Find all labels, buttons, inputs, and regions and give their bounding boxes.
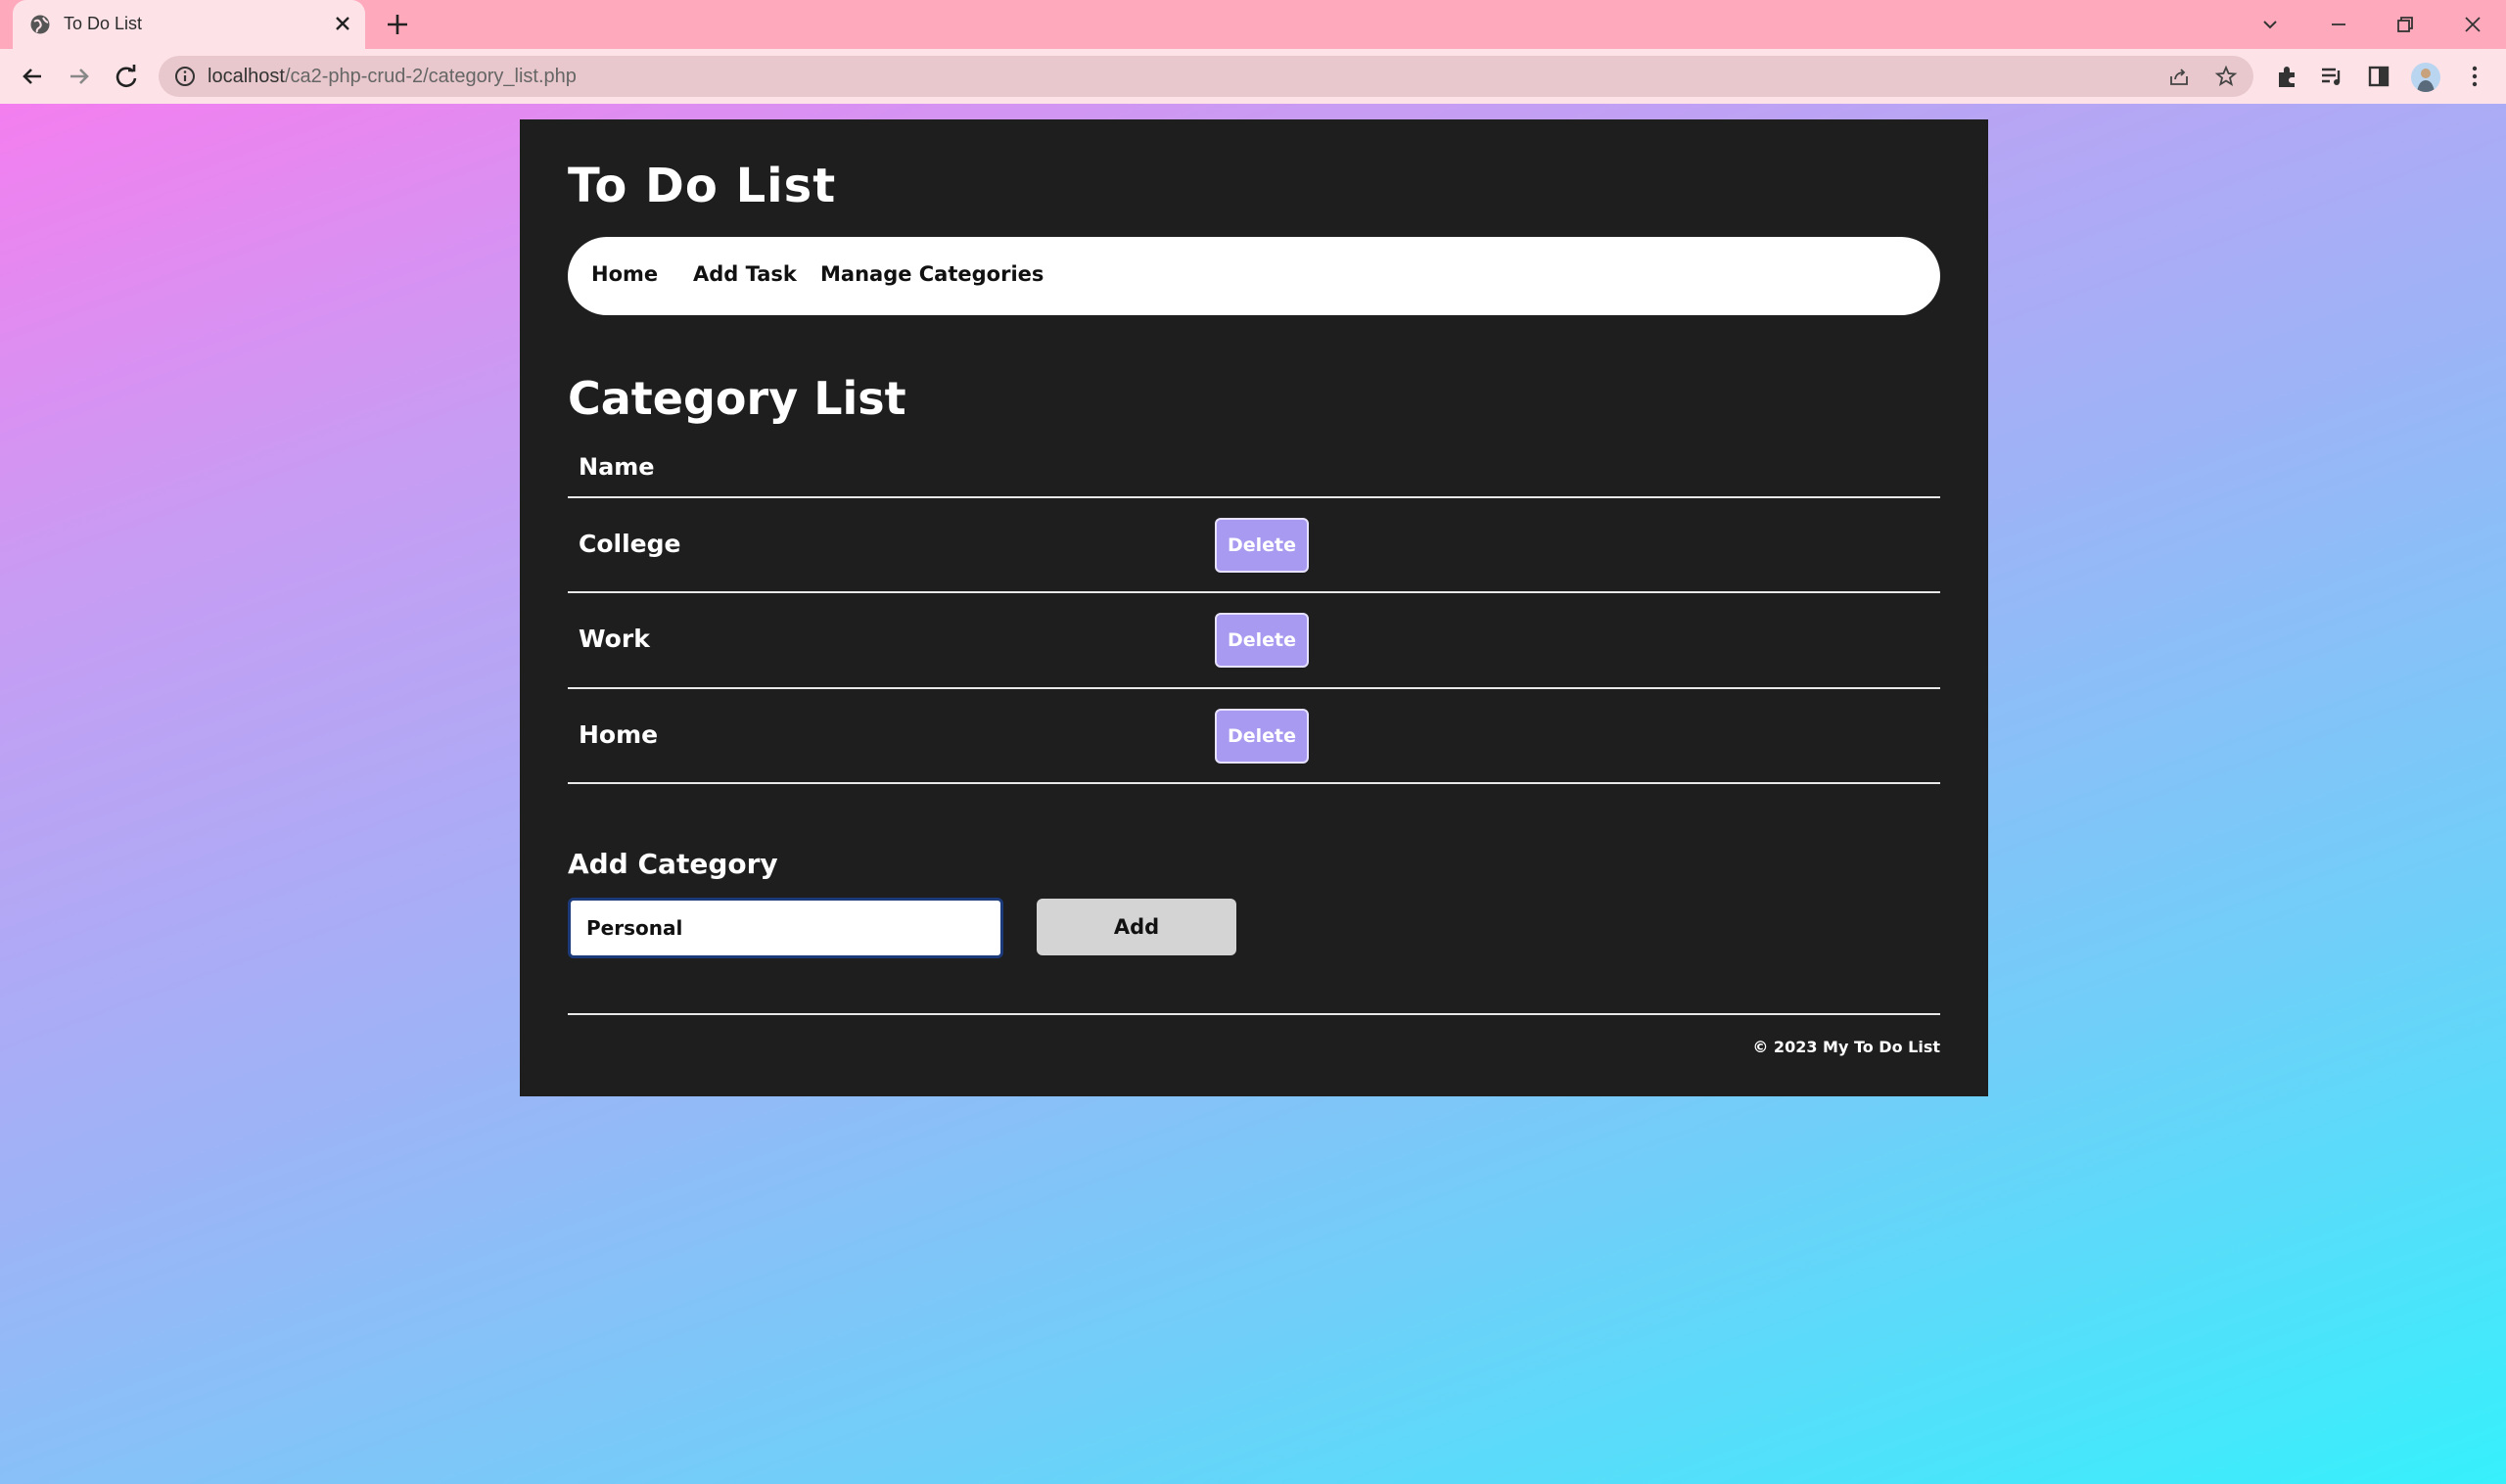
nav-home-link[interactable]: Home bbox=[591, 262, 658, 286]
table-divider bbox=[568, 496, 1940, 498]
url-text[interactable]: localhost/ca2-php-crud-2/category_list.p… bbox=[208, 66, 577, 88]
footer-divider bbox=[568, 1013, 1940, 1015]
bookmark-star-icon[interactable] bbox=[2214, 65, 2238, 88]
globe-icon bbox=[30, 15, 50, 34]
page-card: To Do List Home Add Task Manage Categori… bbox=[520, 119, 1988, 1096]
address-bar[interactable]: localhost/ca2-php-crud-2/category_list.p… bbox=[159, 56, 2253, 97]
close-window-icon[interactable] bbox=[2458, 10, 2487, 39]
extensions-puzzle-icon[interactable] bbox=[2273, 63, 2300, 90]
table-divider bbox=[568, 591, 1940, 593]
page-title: Category List bbox=[568, 372, 906, 425]
url-path: /ca2-php-crud-2/category_list.php bbox=[284, 66, 577, 87]
browser-tab[interactable]: To Do List bbox=[13, 0, 365, 49]
nav-manage-categories-link[interactable]: Manage Categories bbox=[820, 262, 1044, 286]
media-playlist-icon[interactable] bbox=[2318, 63, 2345, 90]
person-icon bbox=[2417, 69, 2435, 92]
tab-search-icon[interactable] bbox=[2255, 10, 2285, 39]
nav-add-task-link[interactable]: Add Task bbox=[693, 262, 797, 286]
browser-toolbar: localhost/ca2-php-crud-2/category_list.p… bbox=[0, 49, 2506, 104]
close-tab-icon[interactable] bbox=[330, 11, 355, 36]
main-navbar: Home Add Task Manage Categories bbox=[568, 237, 1940, 315]
minimize-icon[interactable] bbox=[2324, 10, 2353, 39]
back-arrow-icon[interactable] bbox=[18, 62, 47, 91]
url-host: localhost bbox=[208, 66, 285, 87]
table-divider bbox=[568, 687, 1940, 689]
footer-copyright: © 2023 My To Do List bbox=[1752, 1038, 1940, 1056]
more-menu-icon[interactable] bbox=[2461, 63, 2488, 90]
category-row-name: Home bbox=[579, 720, 659, 749]
new-tab-icon[interactable] bbox=[384, 11, 411, 38]
column-header-name: Name bbox=[579, 453, 655, 481]
site-info-icon[interactable] bbox=[174, 66, 196, 87]
site-title: To Do List bbox=[568, 159, 837, 213]
category-row-name: College bbox=[579, 530, 681, 558]
tab-title: To Do List bbox=[64, 14, 143, 33]
restore-icon[interactable] bbox=[2390, 10, 2420, 39]
category-name-input[interactable] bbox=[568, 898, 1003, 958]
delete-button[interactable]: Delete bbox=[1215, 709, 1309, 764]
add-category-heading: Add Category bbox=[568, 848, 778, 880]
table-divider bbox=[568, 782, 1940, 784]
forward-arrow-icon[interactable] bbox=[65, 62, 94, 91]
delete-button[interactable]: Delete bbox=[1215, 518, 1309, 573]
category-row-name: Work bbox=[579, 625, 650, 653]
side-panel-icon[interactable] bbox=[2365, 63, 2392, 90]
browser-titlebar: To Do List bbox=[0, 0, 2506, 49]
reload-icon[interactable] bbox=[112, 62, 141, 91]
delete-button[interactable]: Delete bbox=[1215, 613, 1309, 668]
share-icon[interactable] bbox=[2167, 65, 2191, 88]
add-category-button[interactable]: Add bbox=[1037, 899, 1236, 955]
profile-avatar[interactable] bbox=[2411, 63, 2440, 92]
